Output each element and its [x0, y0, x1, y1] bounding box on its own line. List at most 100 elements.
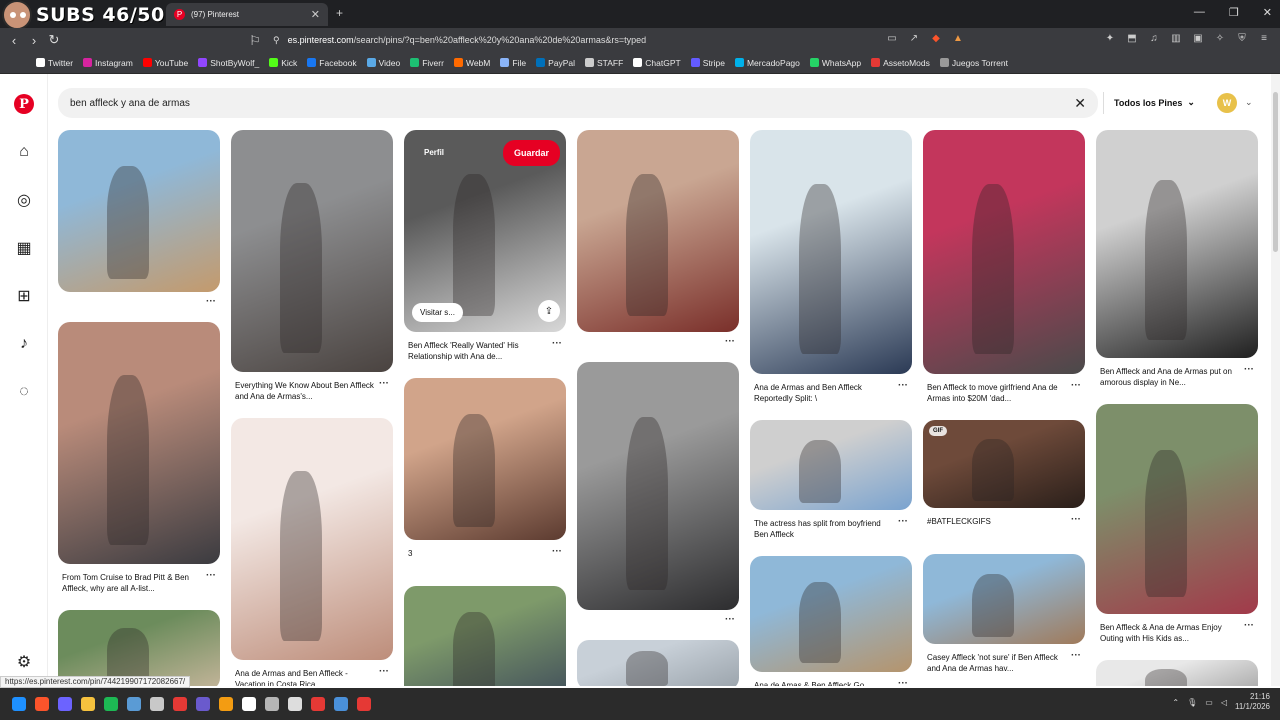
bookmark-item[interactable]: Kick	[269, 58, 297, 68]
pin-card[interactable]: ···	[577, 362, 739, 625]
pin-image[interactable]	[58, 130, 220, 292]
reload-icon[interactable]: ↻	[44, 32, 64, 48]
network-icon[interactable]: ▭	[1205, 698, 1213, 707]
start-icon[interactable]	[12, 697, 26, 711]
bookmark-item[interactable]: Stripe	[690, 58, 725, 68]
bookmark-item[interactable]: MercadoPago	[734, 58, 800, 68]
bookmark-item[interactable]: File	[500, 58, 526, 68]
share-icon[interactable]: ⇪	[538, 300, 560, 322]
pin-filter-dropdown[interactable]: Todos los Pines ⌄	[1114, 97, 1195, 108]
pin-card[interactable]: ···	[577, 640, 739, 686]
taskbar-app-icon[interactable]	[104, 697, 118, 711]
pin-card[interactable]: Ben Affleck & Ana de Armas Enjoy Outing …	[1096, 404, 1258, 644]
bookmark-item[interactable]: Twitter	[36, 58, 73, 68]
url-field[interactable]: ⚲ es.pinterest.com/search/pins/?q=ben%20…	[273, 32, 646, 48]
media-icon[interactable]: ♫	[1148, 33, 1160, 45]
pin-more-icon[interactable]: ···	[1071, 650, 1081, 661]
bookmark-item[interactable]: PayPal	[536, 58, 575, 68]
visit-site-button[interactable]: Visitar s...	[412, 303, 463, 322]
scrollbar-thumb[interactable]	[1273, 92, 1278, 252]
pin-more-icon[interactable]: ···	[898, 516, 908, 527]
mic-icon[interactable]: 🎙	[1187, 698, 1197, 707]
taskbar-app-icon[interactable]	[311, 697, 325, 711]
pin-card[interactable]: Ana de Armas and Ben Affleck - Vacation …	[231, 418, 393, 686]
taskbar-app-icon[interactable]	[81, 697, 95, 711]
pin-more-icon[interactable]: ···	[898, 678, 908, 686]
menu-icon[interactable]: ≡	[1258, 33, 1270, 45]
pin-card[interactable]: Casey Affleck 'not sure' if Ben Affleck …	[923, 554, 1085, 674]
bookmark-item[interactable]: WhatsApp	[809, 58, 861, 68]
taskbar-app-icon[interactable]	[265, 697, 279, 711]
forward-icon[interactable]: ›	[24, 33, 44, 48]
home-icon[interactable]: ⌂	[14, 142, 34, 162]
taskbar-app-icon[interactable]	[150, 697, 164, 711]
clock[interactable]: 21:16 11/1/2026	[1235, 692, 1270, 712]
volume-icon[interactable]: ◁	[1221, 698, 1227, 707]
leo-icon[interactable]: ✧	[1214, 33, 1226, 45]
pin-more-icon[interactable]: ···	[206, 570, 216, 581]
profile-dropdown[interactable]: Perfil	[424, 148, 444, 157]
pin-card[interactable]: ···	[577, 130, 739, 347]
pin-image[interactable]	[577, 362, 739, 610]
vpn-icon[interactable]: ⛨	[1236, 33, 1248, 45]
taskbar-app-icon[interactable]	[288, 697, 302, 711]
pin-more-icon[interactable]: ···	[552, 338, 562, 349]
close-window-icon[interactable]: ✕	[1263, 6, 1272, 19]
pin-card[interactable]: Perfil Guardar Visitar s... ⇪ Ben Affleck 'R…	[404, 130, 566, 362]
pin-more-icon[interactable]: ···	[379, 666, 389, 677]
bookmark-item[interactable]: Video	[366, 58, 400, 68]
pin-more-icon[interactable]: ···	[898, 380, 908, 391]
minimize-icon[interactable]: —	[1194, 6, 1205, 19]
pin-more-icon[interactable]: ···	[206, 296, 216, 307]
back-icon[interactable]: ‹	[4, 33, 24, 48]
pin-image[interactable]	[404, 378, 566, 540]
pin-image[interactable]	[231, 418, 393, 660]
bookmark-item[interactable]: Instagram	[83, 58, 133, 68]
bookmark-item[interactable]: Fiverr	[410, 58, 444, 68]
pin-card[interactable]: ···	[1096, 660, 1258, 686]
bookmark-item[interactable]: WebM	[453, 58, 490, 68]
pin-card[interactable]: GIF #BATFLECKGIFS ···	[923, 420, 1085, 538]
pin-image[interactable]: Perfil Guardar Visitar s... ⇪	[404, 130, 566, 332]
bookmark-item[interactable]: AssetoMods	[871, 58, 930, 68]
bookmark-item[interactable]: STAFF	[585, 58, 623, 68]
close-tab-icon[interactable]: ✕	[311, 8, 320, 21]
messages-icon[interactable]: ◌	[14, 382, 34, 402]
new-tab-icon[interactable]: +	[336, 6, 343, 20]
pin-more-icon[interactable]: ···	[1244, 364, 1254, 375]
wallet-icon[interactable]: ▣	[1192, 33, 1204, 45]
pin-image[interactable]	[577, 640, 739, 686]
taskbar-app-icon[interactable]	[219, 697, 233, 711]
pin-image[interactable]	[1096, 130, 1258, 358]
brave-shield-icon[interactable]: ◆	[930, 33, 942, 45]
screen-icon[interactable]: ▭	[886, 33, 898, 45]
pin-card[interactable]: ···	[404, 586, 566, 686]
pinterest-logo-icon[interactable]: P	[14, 94, 34, 114]
taskbar-app-icon[interactable]	[242, 697, 256, 711]
scrollbar[interactable]	[1271, 74, 1280, 686]
taskbar-app-icon[interactable]	[35, 697, 49, 711]
pin-more-icon[interactable]: ···	[725, 614, 735, 625]
taskbar-app-icon[interactable]	[334, 697, 348, 711]
bookmark-item[interactable]: YouTube	[142, 58, 188, 68]
pin-card[interactable]: From Tom Cruise to Brad Pitt & Ben Affle…	[58, 322, 220, 594]
account-chevron-icon[interactable]: ⌄	[1245, 97, 1253, 108]
taskbar-app-icon[interactable]	[58, 697, 72, 711]
pin-image[interactable]	[58, 322, 220, 564]
rewards-icon[interactable]: ▲	[952, 33, 964, 45]
pin-image[interactable]	[750, 420, 912, 510]
pin-card[interactable]: Everything We Know About Ben Affleck and…	[231, 130, 393, 402]
pin-card[interactable]: ···	[58, 130, 220, 307]
pin-more-icon[interactable]: ···	[1244, 620, 1254, 631]
pin-image[interactable]: GIF	[923, 420, 1085, 508]
pin-image[interactable]	[1096, 660, 1258, 686]
pin-image[interactable]	[58, 610, 220, 686]
pin-image[interactable]	[231, 130, 393, 372]
pin-more-icon[interactable]: ···	[725, 336, 735, 347]
clear-search-icon[interactable]: ✕	[1074, 95, 1086, 112]
explore-icon[interactable]: ◎	[14, 190, 34, 210]
share-icon[interactable]: ↗	[908, 33, 920, 45]
pin-more-icon[interactable]: ···	[379, 378, 389, 389]
bookmark-item[interactable]: Facebook	[307, 58, 357, 68]
tray-chevron-icon[interactable]: ⌃	[1172, 698, 1179, 707]
